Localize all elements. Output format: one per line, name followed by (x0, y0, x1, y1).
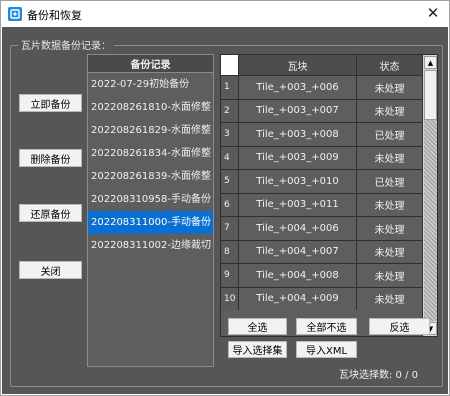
backup-item[interactable]: 2022-07-29初始备份 (88, 73, 213, 96)
restore-backup-button[interactable]: 还原备份 (19, 204, 82, 222)
status-cell: 未处理 (374, 271, 405, 283)
tile-cell: Tile_+003_+007 (239, 99, 357, 122)
import-selection-button[interactable]: 导入选择集 (228, 341, 287, 358)
row-index: 2 (221, 99, 239, 122)
row-index: 10 (221, 287, 239, 310)
backup-item[interactable]: 202208261839-水面修整 (88, 165, 213, 188)
tile-cell: Tile_+004_+006 (239, 217, 357, 240)
row-index: 9 (221, 264, 239, 287)
status-cell: 未处理 (374, 295, 405, 307)
tile-cell: Tile_+003_+008 (239, 123, 357, 146)
table-row[interactable]: 10 Tile_+004_+009 未处理 (221, 286, 422, 310)
select-all-corner[interactable] (221, 55, 239, 75)
table-row[interactable]: 4 Tile_+003_+009 未处理 (221, 145, 422, 169)
column-header-tile[interactable]: 瓦块 (239, 55, 357, 75)
table-row[interactable]: 1 Tile_+003_+006 未处理 (221, 75, 422, 99)
status-cell: 未处理 (374, 83, 405, 95)
backup-item[interactable]: 202208261834-水面修整 (88, 142, 213, 165)
select-all-button[interactable]: 全选 (228, 318, 287, 335)
row-index: 5 (221, 170, 239, 193)
backup-restore-window: 备份和恢复 ✕ 瓦片数据备份记录： 立即备份 删除备份 还原备份 关闭 备份记录… (0, 0, 450, 396)
tile-selection-count: 瓦块选择数: 0 / 0 (339, 370, 418, 381)
backup-item[interactable]: 202208310958-手动备份 (88, 188, 213, 211)
row-index: 4 (221, 146, 239, 169)
table-row[interactable]: 9 Tile_+004_+008 未处理 (221, 263, 422, 287)
invert-selection-button[interactable]: 反选 (369, 318, 430, 335)
tile-grid-body: 1 Tile_+003_+006 未处理 2 Tile_+003_+007 未处… (221, 75, 422, 310)
backup-app-icon (8, 7, 22, 21)
import-xml-button[interactable]: 导入XML (296, 341, 357, 358)
column-header-status[interactable]: 状态 (357, 55, 422, 75)
row-index: 7 (221, 217, 239, 240)
close-icon[interactable]: ✕ (420, 2, 446, 24)
status-cell: 已处理 (374, 177, 405, 189)
backup-item[interactable]: 202208311002-边缘裁切 (88, 234, 213, 257)
table-row[interactable]: 6 Tile_+003_+011 未处理 (221, 192, 422, 216)
dialog-client-area: 瓦片数据备份记录： 立即备份 删除备份 还原备份 关闭 备份记录 2022-07… (2, 27, 448, 394)
table-row[interactable]: 5 Tile_+003_+010 已处理 (221, 169, 422, 193)
tile-grid-scrollbar[interactable]: ▲ ▼ (422, 55, 437, 336)
row-index: 1 (221, 76, 239, 99)
group-title: 瓦片数据备份记录： (18, 37, 114, 52)
status-cell: 未处理 (374, 107, 405, 119)
tile-cell: Tile_+004_+008 (239, 264, 357, 287)
backup-item[interactable]: 202208261810-水面修整 (88, 96, 213, 119)
close-button[interactable]: 关闭 (19, 261, 82, 279)
backup-item[interactable]: 202208261829-水面修整 (88, 119, 213, 142)
status-cell: 未处理 (374, 224, 405, 236)
row-index: 6 (221, 193, 239, 216)
scroll-thumb[interactable] (424, 70, 437, 120)
tile-cell: Tile_+003_+006 (239, 76, 357, 99)
tile-cell: Tile_+003_+010 (239, 170, 357, 193)
delete-backup-button[interactable]: 删除备份 (19, 149, 82, 167)
row-index: 3 (221, 123, 239, 146)
backup-record-list: 备份记录 2022-07-29初始备份 202208261810-水面修整 20… (87, 54, 214, 367)
tile-cell: Tile_+003_+011 (239, 193, 357, 216)
status-cell: 未处理 (374, 154, 405, 166)
table-row[interactable]: 2 Tile_+003_+007 未处理 (221, 98, 422, 122)
tile-cell: Tile_+004_+007 (239, 240, 357, 263)
tile-cell: Tile_+003_+009 (239, 146, 357, 169)
window-title: 备份和恢复 (27, 9, 82, 22)
backup-list-header: 备份记录 (88, 55, 213, 73)
table-row[interactable]: 8 Tile_+004_+007 未处理 (221, 239, 422, 263)
status-cell: 已处理 (374, 130, 405, 142)
scroll-up-icon[interactable]: ▲ (424, 56, 437, 69)
row-index: 8 (221, 240, 239, 263)
tile-grid-header: 瓦块 状态 (221, 55, 422, 75)
status-cell: 未处理 (374, 201, 405, 213)
status-cell: 未处理 (374, 248, 405, 260)
backup-now-button[interactable]: 立即备份 (19, 94, 82, 112)
select-none-button[interactable]: 全部不选 (296, 318, 357, 335)
tile-grid: 瓦块 状态 1 Tile_+003_+006 未处理 2 Tile_+003_+… (220, 54, 438, 337)
table-row[interactable]: 7 Tile_+004_+006 未处理 (221, 216, 422, 240)
backup-item-selected[interactable]: 202208311000-手动备份 (88, 211, 213, 234)
table-row[interactable]: 3 Tile_+003_+008 已处理 (221, 122, 422, 146)
title-bar: 备份和恢复 ✕ (1, 1, 449, 27)
tile-cell: Tile_+004_+009 (239, 287, 357, 310)
